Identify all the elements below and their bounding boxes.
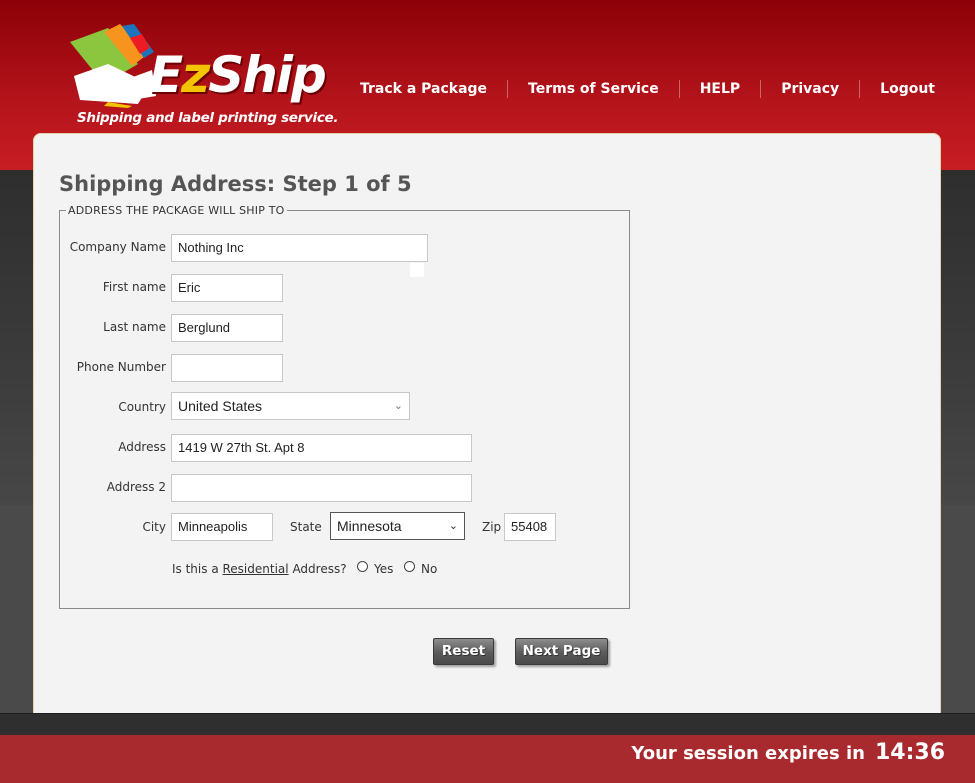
residential-suffix: Address? xyxy=(292,562,347,576)
country-label: Country xyxy=(118,400,166,414)
first-name-label: First name xyxy=(102,280,166,294)
country-select[interactable]: United States ⌄ xyxy=(171,392,410,420)
residential-no-label: No xyxy=(421,562,438,576)
address-label: Address xyxy=(118,440,166,454)
brand-wordmark: EzShip xyxy=(149,46,327,104)
company-name-label: Company Name xyxy=(69,240,166,254)
residential-no-radio[interactable] xyxy=(404,561,415,572)
last-name-label: Last name xyxy=(103,320,166,334)
state-select[interactable]: Minnesota ⌄ xyxy=(330,512,465,540)
session-timer: Your session expires in 14:36 xyxy=(631,740,945,765)
reset-button[interactable]: Reset xyxy=(433,638,494,665)
address2-input[interactable] xyxy=(171,474,472,502)
phone-number-label: Phone Number xyxy=(76,360,166,374)
state-select-value: Minnesota xyxy=(337,518,402,534)
residential-prefix: Is this a xyxy=(172,562,219,576)
brand-tagline: Shipping and label printing service. xyxy=(77,110,339,126)
last-name-input[interactable]: Berglund xyxy=(171,314,283,342)
nav-track-package[interactable]: Track a Package xyxy=(360,81,487,97)
company-name-input[interactable]: Nothing Inc xyxy=(171,234,428,262)
residential-help-link[interactable]: Residential xyxy=(223,562,289,576)
nav-logout[interactable]: Logout xyxy=(880,81,935,97)
nav-divider xyxy=(859,80,861,98)
page-title: Shipping Address: Step 1 of 5 xyxy=(59,172,412,196)
country-select-value: United States xyxy=(178,398,263,414)
main-nav: Track a Package Terms of Service HELP Pr… xyxy=(360,80,935,98)
chevron-down-icon: ⌄ xyxy=(393,400,403,412)
state-label: State xyxy=(290,520,322,534)
zip-label: Zip xyxy=(482,520,502,534)
nav-privacy[interactable]: Privacy xyxy=(781,81,839,97)
zip-input[interactable]: 55408 xyxy=(504,513,556,541)
chevron-down-icon: ⌄ xyxy=(448,520,458,532)
nav-divider xyxy=(507,80,509,98)
city-label: City xyxy=(142,520,166,534)
session-label: Your session expires in xyxy=(631,743,865,764)
address2-label: Address 2 xyxy=(106,480,166,494)
nav-divider xyxy=(760,80,762,98)
fieldset-legend: ADDRESS THE PACKAGE WILL SHIP TO xyxy=(68,204,285,217)
footer-links-bar xyxy=(0,713,975,736)
nav-divider xyxy=(678,80,680,98)
overlay-artifact xyxy=(410,263,424,277)
city-input[interactable]: Minneapolis xyxy=(171,513,273,541)
next-page-button[interactable]: Next Page xyxy=(515,638,608,665)
phone-number-input[interactable] xyxy=(171,354,283,382)
session-time: 14:36 xyxy=(874,740,945,765)
first-name-input[interactable]: Eric xyxy=(171,274,283,302)
residential-question: Is this a Residential Address? xyxy=(172,562,347,576)
nav-help[interactable]: HELP xyxy=(700,81,740,97)
nav-terms-of-service[interactable]: Terms of Service xyxy=(528,81,659,97)
address-input[interactable]: 1419 W 27th St. Apt 8 xyxy=(171,434,472,462)
residential-yes-radio[interactable] xyxy=(357,561,368,572)
residential-yes-label: Yes xyxy=(374,562,394,576)
